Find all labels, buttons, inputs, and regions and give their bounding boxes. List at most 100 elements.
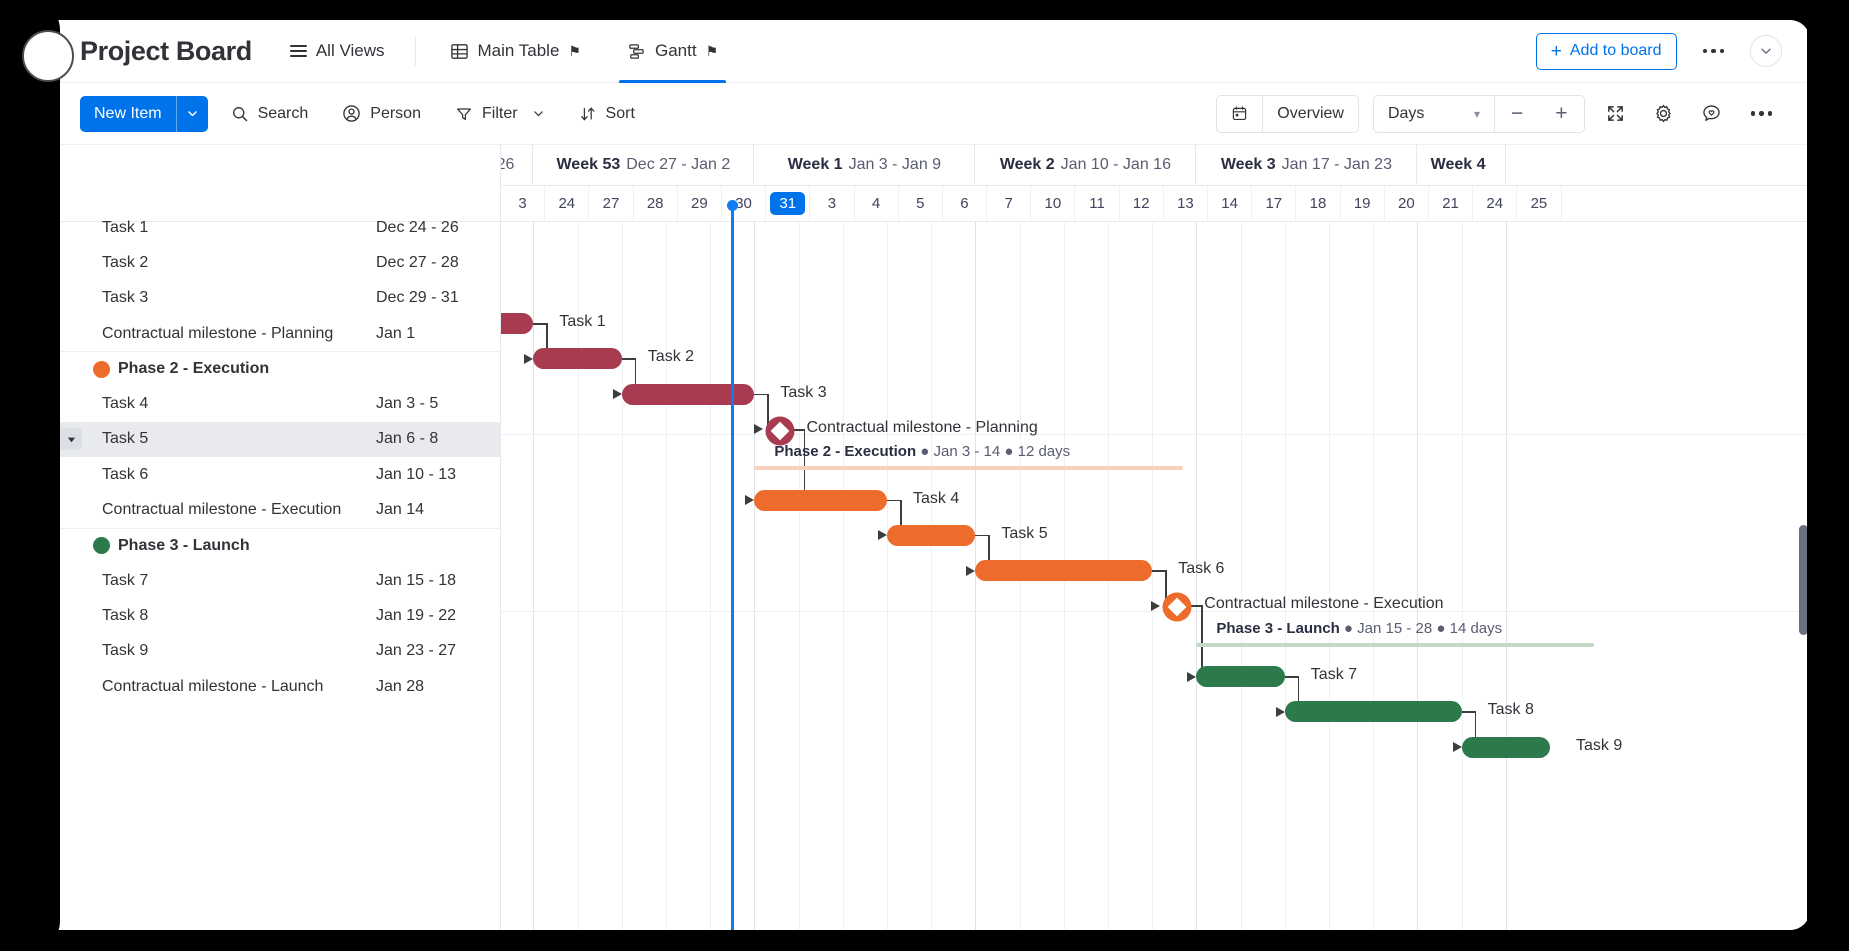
new-item-chevron-icon[interactable]	[177, 96, 208, 132]
task-row[interactable]: Task 5Jan 6 - 8	[40, 422, 500, 457]
row-dates: Jan 23 - 27	[376, 642, 456, 660]
task-row[interactable]: Contractual milestone - ExecutionJan 14	[40, 492, 500, 527]
expand-button[interactable]	[1599, 97, 1633, 131]
grid-row-separator	[501, 434, 1810, 435]
timeline-day-cell[interactable]: 31	[766, 186, 810, 221]
day-number: 14	[1221, 195, 1238, 212]
group-header-row[interactable]: Phase 2 - Execution	[40, 351, 500, 386]
header-collapse-button[interactable]	[1750, 35, 1782, 67]
day-number: 18	[1310, 195, 1327, 212]
task-row[interactable]: Task 8Jan 19 - 22	[40, 598, 500, 633]
overview-button[interactable]: Overview	[1263, 96, 1358, 132]
timeline-day-cell[interactable]: 3	[501, 186, 545, 221]
task-bar[interactable]	[1285, 701, 1462, 722]
filter-button[interactable]: Filter	[444, 98, 556, 130]
timeline-day-cell[interactable]: 4	[855, 186, 899, 221]
task-bar[interactable]	[975, 560, 1152, 581]
timeline-day-cell[interactable]: 14	[1208, 186, 1252, 221]
day-number: 21	[1442, 195, 1459, 212]
timeline-day-cell[interactable]: 19	[1341, 186, 1385, 221]
tab-gantt[interactable]: Gantt ⚑	[615, 20, 730, 83]
task-bar[interactable]	[501, 313, 533, 334]
timeline-day-cell[interactable]: 28	[634, 186, 678, 221]
search-icon	[231, 105, 249, 123]
sort-button[interactable]: Sort	[568, 98, 646, 130]
toolbar-more-button[interactable]	[1743, 103, 1781, 124]
timeline-day-cell[interactable]: 6	[943, 186, 987, 221]
timeline-day-cell[interactable]: 3	[810, 186, 854, 221]
task-row[interactable]: Task 6Jan 10 - 13	[40, 457, 500, 492]
timeline-day-cell[interactable]: 25	[1517, 186, 1561, 221]
gantt-view: Task 1Dec 24 - 26Task 2Dec 27 - 28Task 3…	[40, 145, 1810, 930]
day-number: 24	[558, 195, 575, 212]
milestone-marker[interactable]	[763, 414, 797, 453]
task-row[interactable]: Task 2Dec 27 - 28	[40, 245, 500, 280]
zoom-group: Days ▾ − +	[1373, 95, 1585, 133]
row-name: Contractual milestone - Planning	[40, 325, 333, 343]
dependency-link	[533, 323, 546, 325]
task-row[interactable]: Contractual milestone - LaunchJan 28	[40, 669, 500, 704]
timeline-day-cell[interactable]: 29	[678, 186, 722, 221]
timeline-day-cell[interactable]: 7	[987, 186, 1031, 221]
task-row[interactable]: Contractual milestone - PlanningJan 1	[40, 316, 500, 351]
task-row[interactable]: Task 9Jan 23 - 27	[40, 634, 500, 669]
row-dates: Jan 3 - 5	[376, 395, 438, 413]
row-dates: Jan 6 - 8	[376, 430, 438, 448]
dependency-link	[622, 358, 635, 360]
dependency-arrow	[1151, 601, 1160, 611]
board-toolbar: New Item Search Person	[40, 83, 1810, 145]
timeline-day-cell[interactable]: 27	[589, 186, 633, 221]
header-more-button[interactable]	[1695, 41, 1733, 62]
zoom-unit-select[interactable]: Days ▾	[1374, 96, 1494, 132]
milestone-marker[interactable]	[1160, 590, 1194, 629]
task-row[interactable]: Task 7Jan 15 - 18	[40, 563, 500, 598]
filter-label: Filter	[482, 105, 518, 123]
task-row[interactable]: Task 4Jan 3 - 5	[40, 386, 500, 421]
row-dates: Dec 29 - 31	[376, 289, 459, 307]
task-bar[interactable]	[1462, 737, 1550, 758]
task-bar[interactable]	[533, 348, 621, 369]
task-row[interactable]: Task 1Dec 24 - 26	[40, 210, 500, 245]
timeline-day-cell[interactable]: 12	[1120, 186, 1164, 221]
phase-summary-bar[interactable]	[1196, 643, 1594, 647]
calendar-icon-button[interactable]	[1217, 96, 1262, 132]
task-list-pane: Task 1Dec 24 - 26Task 2Dec 27 - 28Task 3…	[40, 145, 501, 930]
group-header-row[interactable]: Phase 3 - Launch	[40, 528, 500, 563]
person-icon	[342, 104, 361, 123]
task-bar[interactable]	[622, 384, 755, 405]
timeline-day-cell[interactable]: 21	[1429, 186, 1473, 221]
task-row[interactable]: Task 3Dec 29 - 31	[40, 281, 500, 316]
person-button[interactable]: Person	[331, 97, 432, 130]
timeline-day-cell[interactable]: 24	[1473, 186, 1517, 221]
settings-button[interactable]	[1647, 97, 1681, 131]
task-bar[interactable]	[887, 525, 975, 546]
task-bar[interactable]	[1196, 666, 1284, 687]
timeline-day-cell[interactable]: 11	[1075, 186, 1119, 221]
add-to-board-button[interactable]: + Add to board	[1536, 33, 1677, 70]
zoom-in-button[interactable]: +	[1539, 96, 1583, 132]
phase-summary-bar[interactable]	[754, 466, 1183, 470]
timeline-day-cell[interactable]: 24	[545, 186, 589, 221]
timeline-day-cell[interactable]: 18	[1296, 186, 1340, 221]
timeline-day-cell[interactable]: 10	[1031, 186, 1075, 221]
timeline-week-cell: Week 2Jan 10 - Jan 16	[975, 145, 1196, 185]
all-views-button[interactable]: All Views	[282, 37, 393, 65]
collapse-toggle[interactable]	[60, 428, 82, 450]
tab-main-table[interactable]: Main Table ⚑	[438, 20, 593, 83]
feedback-button[interactable]	[1695, 97, 1729, 131]
new-item-button[interactable]: New Item	[80, 96, 208, 132]
filter-icon	[455, 105, 473, 123]
search-button[interactable]: Search	[220, 98, 320, 130]
grid-column-line	[931, 222, 932, 930]
task-bar[interactable]	[754, 490, 887, 511]
timeline-day-cell[interactable]: 20	[1385, 186, 1429, 221]
today-marker-dot	[727, 200, 738, 211]
timeline-day-cell[interactable]: 5	[899, 186, 943, 221]
timeline-day-cell[interactable]: 13	[1164, 186, 1208, 221]
timeline-day-cell[interactable]: 17	[1252, 186, 1296, 221]
timeline-day-header: 3242728293031345671011121314171819202124…	[501, 186, 1810, 222]
overview-label: Overview	[1277, 105, 1344, 123]
grid-column-line	[1241, 222, 1242, 930]
zoom-out-button[interactable]: −	[1495, 96, 1539, 132]
phase-summary-label: Phase 2 - Execution ● Jan 3 - 14 ● 12 da…	[774, 443, 1070, 460]
